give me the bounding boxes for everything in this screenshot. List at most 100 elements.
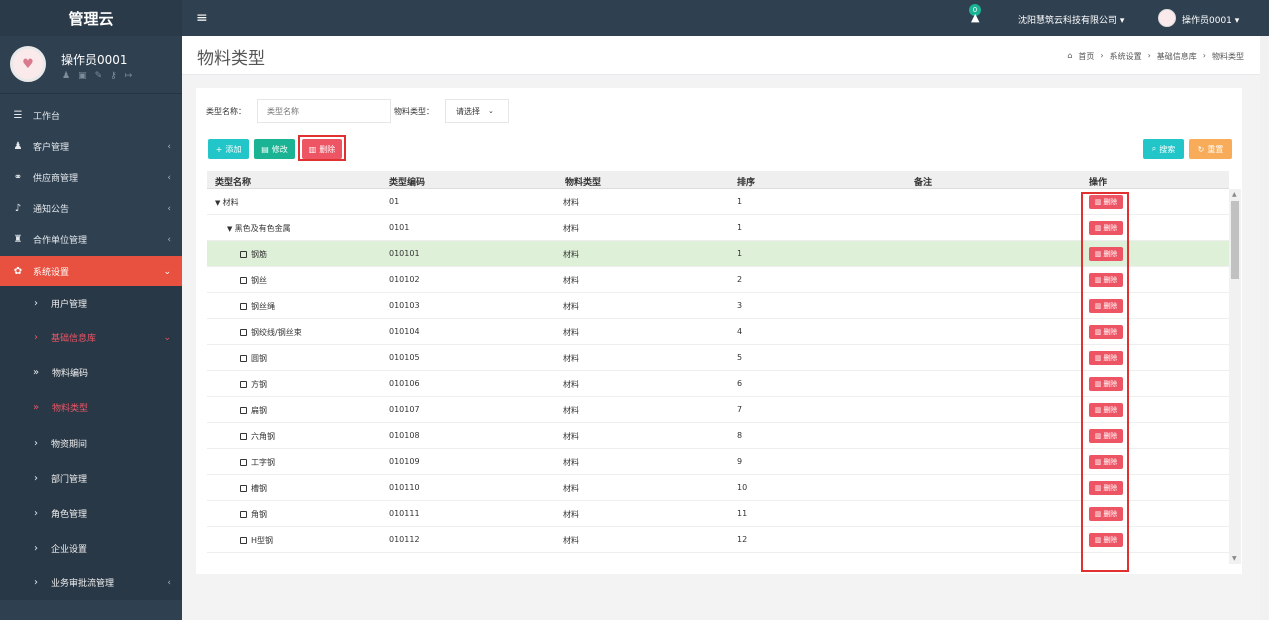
cell-code: 010112 [389,535,420,544]
sidebar-item-partners[interactable]: ♜ 合作单位管理 ‹ [0,224,182,255]
col-header-remark[interactable]: 备注 [914,175,932,188]
type-name-input[interactable] [257,99,391,123]
material-type-select[interactable]: 请选择 ⌄ [445,99,509,123]
table-row[interactable]: 角钢 010111 材料 11 ▥ 删除 [207,501,1229,527]
operator-avatar[interactable] [1158,9,1176,27]
sidebar-item-label: 角色管理 [51,510,88,520]
cell-type: 材料 [563,458,579,467]
col-header-code[interactable]: 类型编码 [389,175,425,188]
sidebar-item-label: 部门管理 [51,475,88,485]
company-dropdown[interactable]: 沈阳慧筑云科技有限公司 ▾ [1018,13,1124,26]
sidebar-item-label: 物料编码 [52,369,89,379]
table-row[interactable]: H型钢 010112 材料 12 ▥ 删除 [207,527,1229,553]
scroll-down-icon[interactable]: ▼ [1232,555,1237,562]
leaf-node-icon [240,433,247,440]
expand-toggle-icon[interactable]: ▼ [227,225,235,233]
sidebar-item-workbench[interactable]: ☰ 工作台 [0,100,182,131]
expand-toggle-icon[interactable]: ▼ [215,199,223,207]
logout-icon[interactable]: ↦ [125,71,133,81]
table-scrollbar[interactable]: ▲ ▼ [1229,189,1241,564]
profile-icons: ♟ ▣ ✎ ⚷ ↦ [62,71,132,81]
edit-button-label: 修改 [271,144,288,154]
avatar[interactable]: ♥ [10,46,46,82]
sidebar-item-label: 企业设置 [51,544,88,555]
breadcrumb-basic-info[interactable]: 基础信息库 [1157,51,1197,62]
cell-type: 材料 [563,380,579,389]
table-row[interactable]: 钢筋 010101 材料 1 ▥ 删除 [207,241,1229,267]
cell-name: 槽钢 [240,483,267,494]
chevron-down-icon: ⌄ [488,107,494,115]
sidebar-item-company-settings[interactable]: › 企业设置 [0,531,182,565]
search-button[interactable]: ⌕ 搜索 [1143,139,1184,159]
chevron-left-icon: ‹ [167,577,171,588]
chevron-left-icon: ‹ [167,234,171,245]
cell-name-text: 钢丝 [251,276,267,285]
breadcrumb-system-settings[interactable]: 系统设置 [1110,51,1142,62]
cell-name-text: H型钢 [251,536,274,545]
table-row[interactable]: 槽钢 010110 材料 10 ▥ 删除 [207,475,1229,501]
table-row[interactable]: 钢绞线/钢丝束 010104 材料 4 ▥ 删除 [207,319,1229,345]
sidebar-item-notices[interactable]: ♪ 通知公告 ‹ [0,193,182,224]
breadcrumb-home[interactable]: 首页 [1078,51,1094,62]
key-icon[interactable]: ⚷ [110,71,117,81]
sidebar-item-basic-info[interactable]: › 基础信息库 ⌄ [0,320,182,355]
table-row[interactable]: 钢丝绳 010103 材料 3 ▥ 删除 [207,293,1229,319]
sidebar-item-material-period[interactable]: › 物资期间 [0,425,182,461]
reset-button[interactable]: ↻ 重置 [1189,139,1232,159]
table-row[interactable]: 钢丝 010102 材料 2 ▥ 删除 [207,267,1229,293]
add-button[interactable]: + 添加 [208,139,249,159]
operator-dropdown[interactable]: 操作员0001 ▾ [1182,13,1239,26]
col-header-sort[interactable]: 排序 [737,175,755,188]
scroll-up-icon[interactable]: ▲ [1232,191,1237,198]
chevron-right-icon: › [34,297,38,309]
table-row[interactable]: 工字钢 010109 材料 9 ▥ 删除 [207,449,1229,475]
edit-icon: ▤ [261,144,269,154]
cell-name-text: 圆钢 [251,354,267,363]
refresh-icon: ↻ [1197,144,1205,154]
sidebar-item-suppliers[interactable]: ⚭ 供应商管理 ‹ [0,162,182,193]
edit-icon[interactable]: ✎ [95,71,103,81]
double-chevron-icon: » [32,367,40,378]
sidebar-item-material-type[interactable]: » 物料类型 [0,390,182,425]
bell-icon[interactable]: ▲ [971,11,979,24]
sidebar-item-department[interactable]: › 部门管理 [0,461,182,496]
table-row[interactable]: ▼ 材料 01 材料 1 ▥ 删除 [207,189,1229,215]
user-icon[interactable]: ♟ [62,71,70,81]
image-icon[interactable]: ▣ [78,71,87,81]
gear-icon: ✿ [13,266,23,277]
menu-toggle-icon[interactable]: ≡ [196,10,208,26]
table-row[interactable]: 圆钢 010105 材料 5 ▥ 删除 [207,345,1229,371]
page-scrollbar[interactable] [1260,36,1269,620]
col-header-material-type[interactable]: 物料类型 [565,175,601,188]
breadcrumb-sep: › [1100,51,1104,60]
table-row[interactable]: 六角钢 010108 材料 8 ▥ 删除 [207,423,1229,449]
sidebar-item-label: 基础信息库 [51,334,97,344]
table-row[interactable]: ▼ 黑色及有色金属 0101 材料 1 ▥ 删除 [207,215,1229,241]
cell-type: 材料 [563,224,579,233]
sidebar-item-system-settings[interactable]: ✿ 系统设置 ⌄ [0,256,182,287]
cell-code: 010102 [389,275,420,284]
breadcrumb-sep: › [1202,51,1206,60]
breadcrumb: ⌂ 首页 › 系统设置 › 基础信息库 › 物料类型 [1067,51,1244,62]
sidebar-item-user-management[interactable]: › 用户管理 [0,286,182,320]
scrollbar-thumb[interactable] [1231,201,1239,279]
sidebar-item-approval-flow[interactable]: › 业务审批流管理 ‹ [0,565,182,600]
cell-sort: 6 [737,379,743,388]
cell-name: 工字钢 [240,457,275,468]
col-header-name[interactable]: 类型名称 [215,175,251,188]
profile-name[interactable]: 操作员0001 [61,51,128,68]
table-row[interactable]: 扁钢 010107 材料 7 ▥ 删除 [207,397,1229,423]
cell-type: 材料 [563,536,579,545]
page-header: 物料类型 ⌂ 首页 › 系统设置 › 基础信息库 › 物料类型 [182,36,1269,75]
edit-button[interactable]: ▤ 修改 [254,139,295,159]
list-icon: ☰ [13,110,23,121]
reset-button-label: 重置 [1207,144,1224,154]
sidebar-item-customers[interactable]: ♟ 客户管理 ‹ [0,131,182,162]
table-row[interactable]: 方钢 010106 材料 6 ▥ 删除 [207,371,1229,397]
cell-type: 材料 [563,302,579,311]
sidebar-item-material-code[interactable]: » 物料编码 [0,355,182,390]
cell-code: 0101 [389,223,410,232]
highlight-box [298,135,346,161]
sidebar-item-roles[interactable]: › 角色管理 [0,496,182,531]
page-title: 物料类型 [197,49,265,69]
